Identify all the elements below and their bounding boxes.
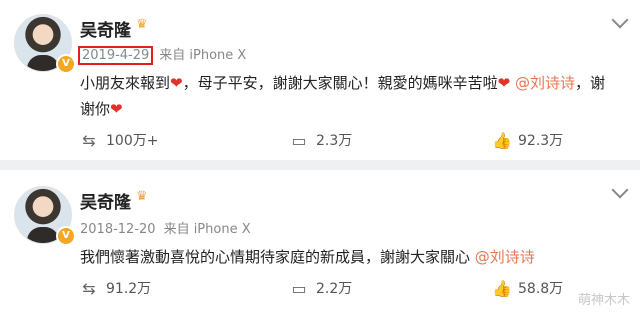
post-source: 来自 iPhone X	[163, 222, 251, 237]
crown-icon: ♛	[136, 17, 148, 32]
verified-badge-icon: V	[56, 54, 76, 74]
crown-icon: ♛	[136, 189, 148, 204]
chevron-down-icon[interactable]	[611, 11, 629, 29]
post-text: 小朋友來報到❤，母子平安，謝謝大家關心！親愛的媽咪辛苦啦❤ @刘诗诗，谢 谢你❤	[80, 70, 620, 122]
chevron-down-icon[interactable]	[611, 181, 629, 199]
watermark: 萌神木木	[577, 293, 630, 308]
post-card: V 吴奇隆 ♛ 2018-12-20 来自 iPhone X 我們懷著激動喜悅的心…	[0, 170, 640, 316]
comment-icon: ▭	[291, 278, 307, 298]
username[interactable]: 吴奇隆	[80, 16, 131, 41]
action-bar: ⇆ 91.2万 ▭ 2.2万 👍 58.8万	[0, 276, 640, 300]
like-icon: 👍	[492, 278, 512, 298]
comment-button[interactable]: ▭ 2.3万	[290, 128, 352, 152]
like-button[interactable]: 👍 58.8万	[492, 276, 563, 300]
heart-icon: ❤	[110, 100, 123, 118]
post-date[interactable]: 2019-4-29	[78, 46, 154, 65]
like-button[interactable]: 👍 92.3万	[492, 128, 563, 152]
like-count: 92.3万	[518, 133, 564, 149]
action-bar: ⇆ 100万+ ▭ 2.3万 👍 92.3万	[0, 128, 640, 152]
comment-button[interactable]: ▭ 2.2万	[290, 276, 352, 300]
post-text-segment: ，谢	[574, 74, 605, 92]
comment-icon: ▭	[291, 130, 307, 150]
verified-badge-icon: V	[56, 226, 76, 246]
post-meta: 2018-12-20 来自 iPhone X	[78, 218, 251, 237]
post-source: 来自 iPhone X	[159, 48, 247, 63]
comment-count: 2.2万	[316, 281, 353, 297]
repost-button[interactable]: ⇆ 100万+	[80, 128, 158, 152]
repost-count: 100万+	[106, 133, 159, 149]
repost-button[interactable]: ⇆ 91.2万	[80, 276, 151, 300]
post-text-segment: ，母子平安，謝謝大家關心！親愛的媽咪辛苦啦	[182, 74, 498, 92]
post-date[interactable]: 2018-12-20	[78, 222, 158, 237]
mention-link[interactable]: @刘诗诗	[515, 74, 575, 92]
post-card: V 吴奇隆 ♛ 2019-4-29 来自 iPhone X 小朋友來報到❤，母子平…	[0, 0, 640, 160]
like-icon: 👍	[492, 130, 512, 150]
mention-link[interactable]: @刘诗诗	[475, 248, 535, 266]
repost-icon: ⇆	[82, 278, 96, 298]
heart-icon: ❤	[497, 74, 511, 92]
repost-count: 91.2万	[106, 281, 152, 297]
heart-icon: ❤	[170, 74, 183, 92]
post-text-segment: 我們懷著激動喜悅的心情期待家庭的新成員，謝謝大家關心	[80, 248, 471, 266]
comment-count: 2.3万	[316, 133, 353, 149]
post-meta: 2019-4-29 来自 iPhone X	[78, 44, 246, 65]
post-text-segment: 谢你	[80, 100, 111, 118]
post-text: 我們懷著激動喜悅的心情期待家庭的新成員，謝謝大家關心 @刘诗诗	[80, 244, 620, 270]
like-count: 58.8万	[518, 281, 564, 297]
repost-icon: ⇆	[82, 130, 96, 150]
username[interactable]: 吴奇隆	[80, 188, 131, 213]
post-text-segment: 小朋友來報到	[80, 74, 171, 92]
